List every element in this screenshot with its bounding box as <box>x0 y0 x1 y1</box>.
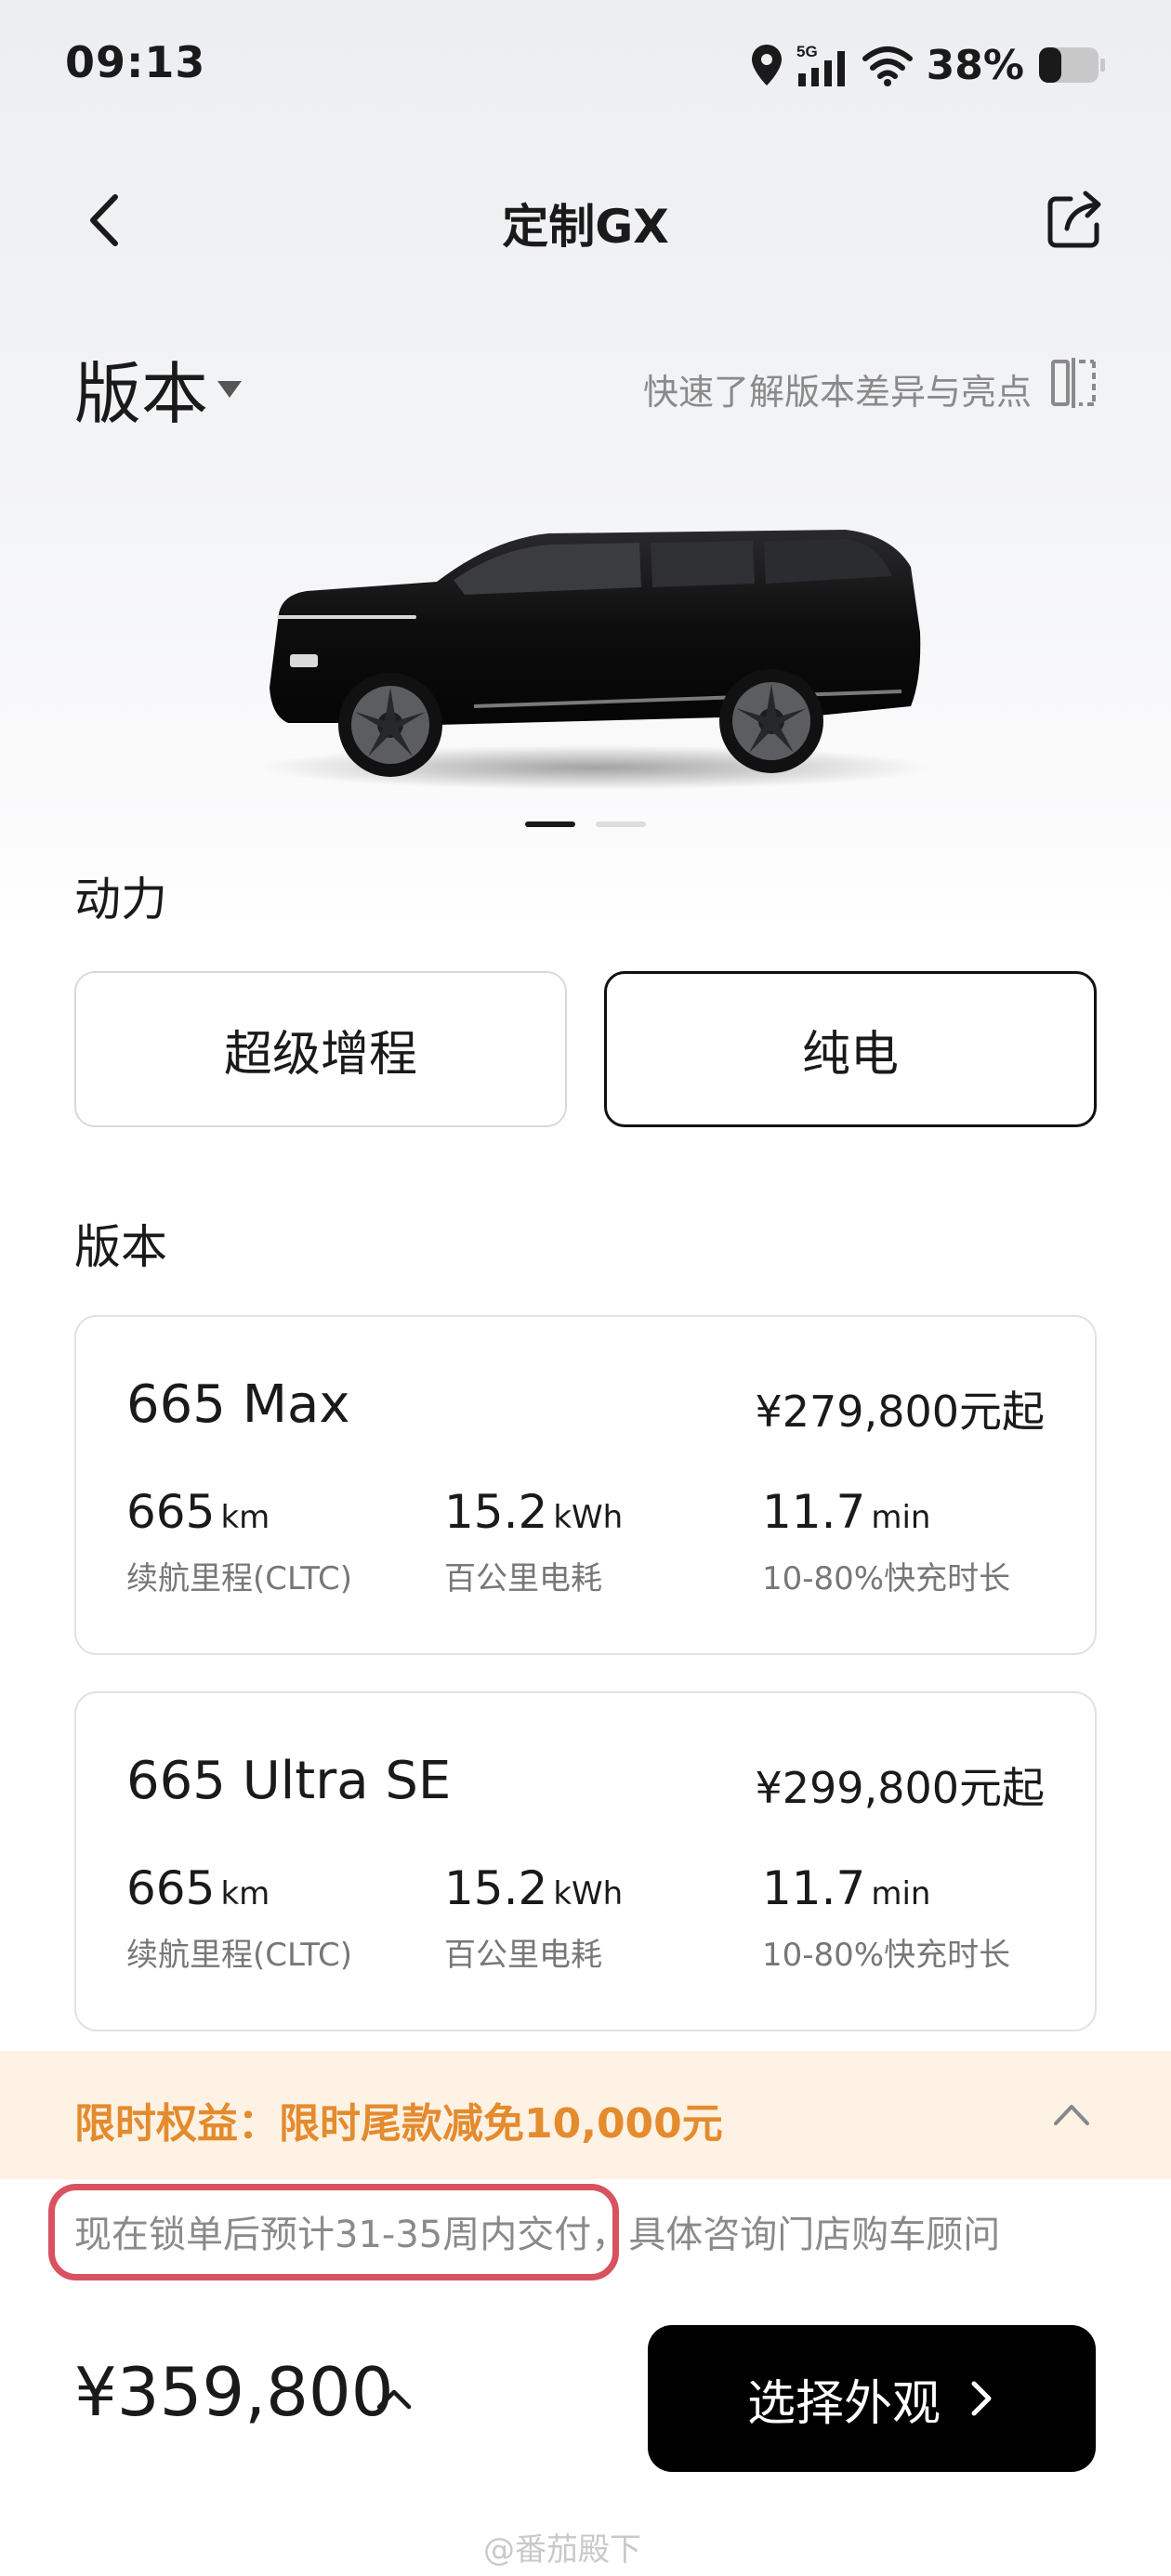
compare-versions-link[interactable]: 快速了解版本差异与亮点 <box>643 363 1032 414</box>
spec-unit: min <box>871 1875 931 1912</box>
trim-card-665-ultra-se[interactable]: 665 Ultra SE ¥299,800元起 665 km 续航里程(CLTC)… <box>74 1691 1097 2031</box>
spec-value: 665 <box>126 1485 216 1539</box>
spec-unit: km <box>220 1875 270 1912</box>
annotation-highlight <box>48 2184 619 2280</box>
spec-consumption: 15.2 kWh 百公里电耗 <box>444 1484 623 1598</box>
spec-caption: 10-80%快充时长 <box>762 1937 1011 1974</box>
power-option-range-extender[interactable]: 超级增程 <box>74 971 567 1127</box>
carousel-dot-active[interactable] <box>525 821 575 827</box>
trim-price: ¥279,800元起 <box>755 1387 1046 1437</box>
share-icon[interactable] <box>1043 188 1108 253</box>
chevron-up-icon[interactable] <box>1050 2094 1093 2136</box>
spec-charge-time: 11.7 min 10-80%快充时长 <box>762 1860 1010 1975</box>
spec-range: 665 km 续航里程(CLTC) <box>126 1860 352 1975</box>
spec-value: 11.7 <box>762 1485 866 1539</box>
promo-text: 限时权益：限时尾款减免10,000元 <box>74 2100 723 2148</box>
page: 09:13 5G 38% 定制GX 版本 快速了解版本差异与亮点 动力 超级增程… <box>0 0 1171 2576</box>
spec-value: 665 <box>126 1861 216 1915</box>
status-bar: 09:13 5G 38% <box>0 0 1171 130</box>
compare-icon[interactable] <box>1050 356 1097 410</box>
trim-card-665-max[interactable]: 665 Max ¥279,800元起 665 km 续航里程(CLTC) 15.2… <box>74 1315 1097 1655</box>
version-heading[interactable]: 版本 <box>74 339 208 437</box>
spec-value: 15.2 <box>444 1861 548 1915</box>
spec-caption: 百公里电耗 <box>444 1937 602 1974</box>
trim-name: 665 Max <box>126 1374 350 1435</box>
battery-icon <box>1039 47 1105 83</box>
version-selector-row: 版本 快速了解版本差异与亮点 <box>74 339 1097 433</box>
location-icon <box>751 45 782 85</box>
wifi-icon <box>862 46 913 86</box>
spec-unit: km <box>220 1499 270 1536</box>
status-icons: 5G 38% <box>750 37 1106 93</box>
car-image <box>251 502 939 799</box>
network-type: 5G <box>796 43 818 60</box>
spec-caption: 10-80%快充时长 <box>762 1560 1011 1597</box>
total-price[interactable]: ¥359,800 <box>74 2353 394 2431</box>
power-option-electric-selected[interactable]: 纯电 <box>604 971 1097 1127</box>
carousel-dots <box>0 821 1171 827</box>
watermark-text: @番茄殿下 <box>483 2531 641 2569</box>
chevron-up-icon[interactable] <box>374 2379 414 2420</box>
header: 定制GX <box>0 167 1171 269</box>
spec-unit: kWh <box>553 1875 624 1912</box>
spec-charge-time: 11.7 min 10-80%快充时长 <box>762 1484 1010 1598</box>
page-title: 定制GX <box>502 200 669 254</box>
signal-icon: 5G <box>796 43 845 86</box>
spec-value: 11.7 <box>762 1861 866 1915</box>
power-label: 动力 <box>74 873 167 927</box>
status-time: 09:13 <box>65 37 206 87</box>
caret-down-icon[interactable] <box>217 381 242 398</box>
spec-caption: 百公里电耗 <box>444 1560 602 1597</box>
carousel-dot[interactable] <box>596 821 646 827</box>
promo-bar[interactable]: 限时权益：限时尾款减免10,000元 <box>0 2051 1171 2179</box>
spec-consumption: 15.2 kWh 百公里电耗 <box>444 1860 623 1975</box>
spec-caption: 续航里程(CLTC) <box>126 1937 353 1974</box>
choose-exterior-button[interactable]: 选择外观 <box>648 2325 1096 2472</box>
spec-unit: min <box>871 1499 931 1536</box>
spec-range: 665 km 续航里程(CLTC) <box>126 1484 352 1598</box>
trim-name: 665 Ultra SE <box>126 1751 452 1811</box>
chevron-right-icon <box>971 2381 992 2416</box>
battery-percentage: 38% <box>926 41 1024 89</box>
trim-price: ¥299,800元起 <box>755 1763 1046 1813</box>
spec-caption: 续航里程(CLTC) <box>126 1560 353 1597</box>
spec-unit: kWh <box>553 1499 624 1536</box>
trim-section-label: 版本 <box>74 1220 167 1274</box>
spec-value: 15.2 <box>444 1485 548 1539</box>
power-options: 超级增程 纯电 <box>74 971 1097 1127</box>
cta-label: 选择外观 <box>746 2375 941 2432</box>
